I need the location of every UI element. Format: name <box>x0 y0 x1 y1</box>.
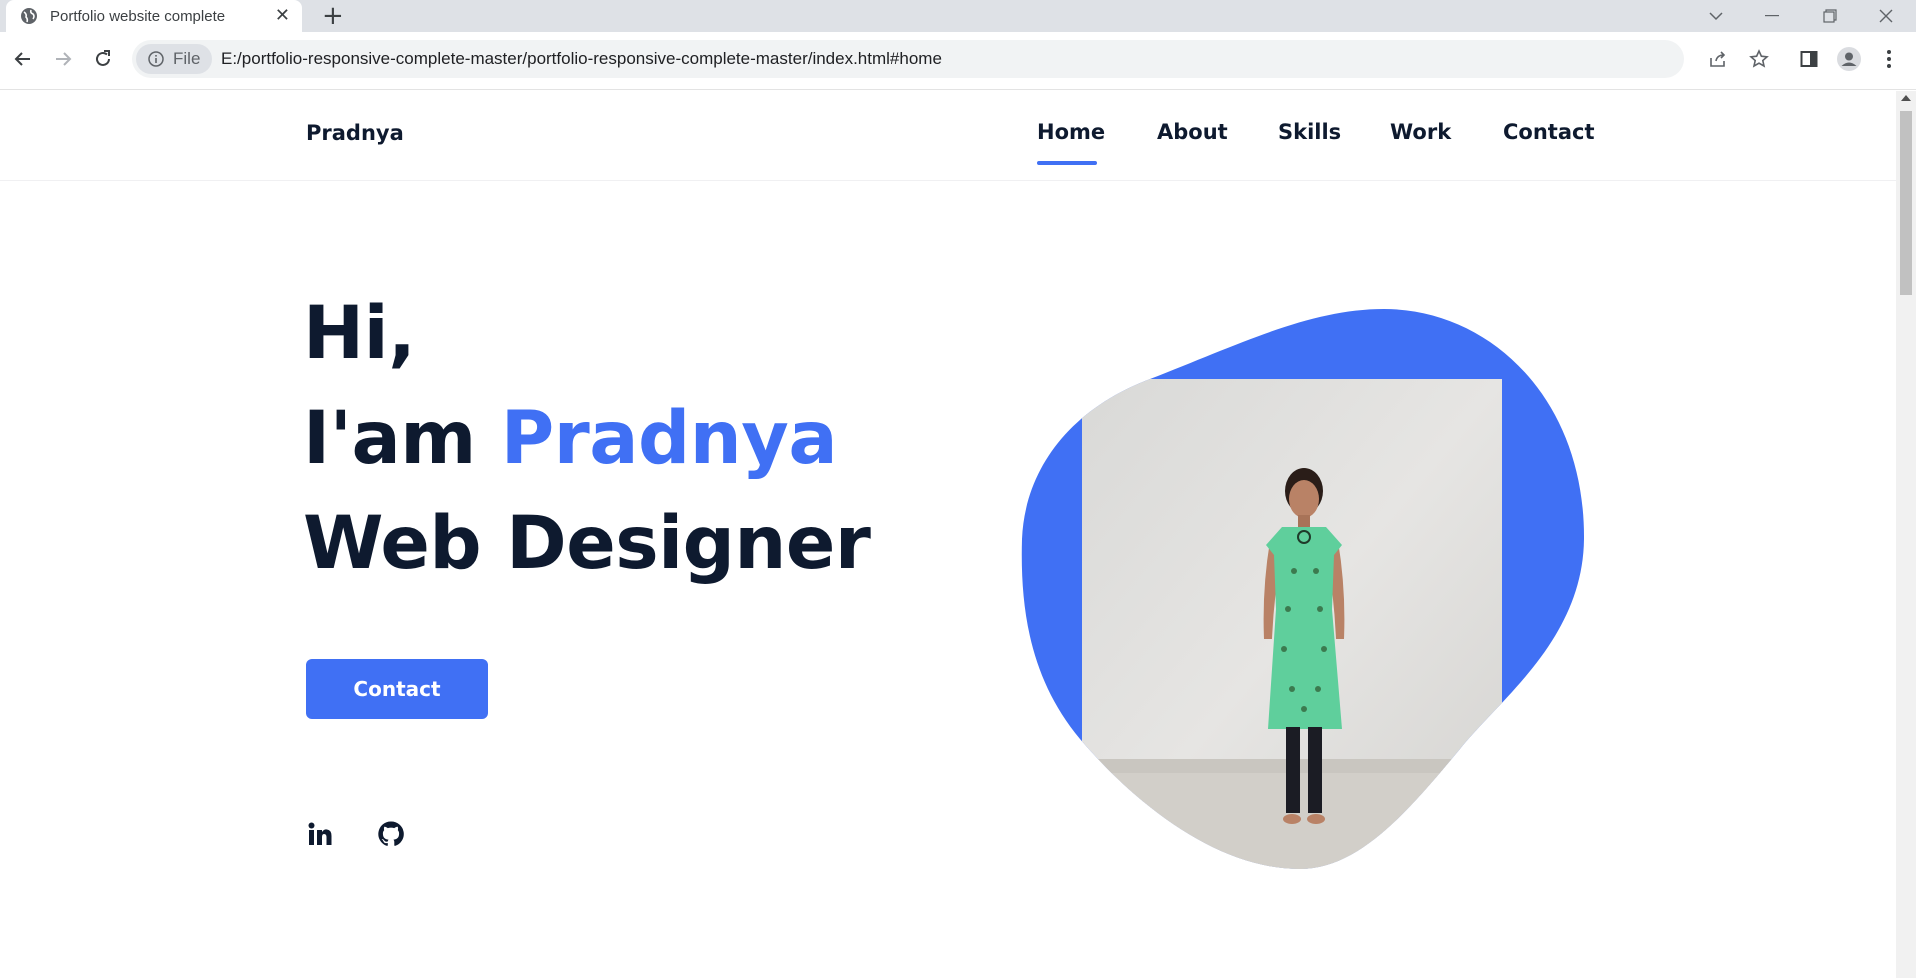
address-bar[interactable]: File E:/portfolio-responsive-complete-ma… <box>132 40 1684 78</box>
url-text[interactable]: E:/portfolio-responsive-complete-master/… <box>221 49 942 69</box>
hero-name: Pradnya <box>500 396 838 481</box>
share-icon[interactable] <box>1703 44 1733 74</box>
nav-contact[interactable]: Contact <box>1503 120 1595 144</box>
browser-toolbar: File E:/portfolio-responsive-complete-ma… <box>0 32 1916 90</box>
close-window-icon[interactable] <box>1860 0 1912 32</box>
github-icon[interactable] <box>376 819 406 849</box>
scroll-up-arrow-icon[interactable] <box>1901 95 1911 101</box>
menu-kebab-icon[interactable] <box>1874 44 1904 74</box>
globe-icon <box>21 8 37 24</box>
chip-label: File <box>173 49 201 68</box>
browser-tab[interactable]: Portfolio website complete ✕ <box>6 0 302 32</box>
back-icon[interactable] <box>8 44 38 74</box>
page-viewport: Pradnya Home About Skills Work Contact H… <box>0 91 1896 978</box>
nav-home[interactable]: Home <box>1037 120 1105 144</box>
minimize-icon[interactable] <box>1746 0 1798 32</box>
contact-button[interactable]: Contact <box>306 659 488 719</box>
side-panel-icon[interactable] <box>1794 44 1824 74</box>
tab-close-icon[interactable]: ✕ <box>275 6 290 26</box>
nav-about[interactable]: About <box>1157 120 1228 144</box>
linkedin-icon[interactable] <box>305 819 335 849</box>
tab-title: Portfolio website complete <box>50 7 226 25</box>
tab-search-icon[interactable] <box>1690 0 1742 32</box>
browser-tab-bar: Portfolio website complete ✕ + <box>0 0 1916 32</box>
hero-greeting: Hi, <box>303 291 416 376</box>
hero-intro-prefix: I'am <box>303 396 501 481</box>
nav-work[interactable]: Work <box>1390 120 1451 144</box>
hero-intro: I'am Pradnya <box>303 396 838 481</box>
hero-image-blob <box>1020 309 1590 869</box>
reload-icon[interactable] <box>88 44 118 74</box>
profile-avatar-icon[interactable] <box>1834 44 1864 74</box>
forward-icon[interactable] <box>48 44 78 74</box>
page-scrollbar[interactable] <box>1896 91 1916 978</box>
new-tab-button[interactable]: + <box>322 2 344 30</box>
site-header: Pradnya Home About Skills Work Contact <box>0 91 1896 181</box>
info-icon <box>148 51 164 67</box>
site-logo[interactable]: Pradnya <box>306 121 404 145</box>
restore-icon[interactable] <box>1804 0 1856 32</box>
site-info-chip[interactable]: File <box>136 44 212 74</box>
bookmark-star-icon[interactable] <box>1744 44 1774 74</box>
scroll-thumb[interactable] <box>1900 111 1912 295</box>
hero-role: Web Designer <box>303 501 871 586</box>
nav-skills[interactable]: Skills <box>1278 120 1341 144</box>
nav-active-indicator <box>1037 161 1097 165</box>
